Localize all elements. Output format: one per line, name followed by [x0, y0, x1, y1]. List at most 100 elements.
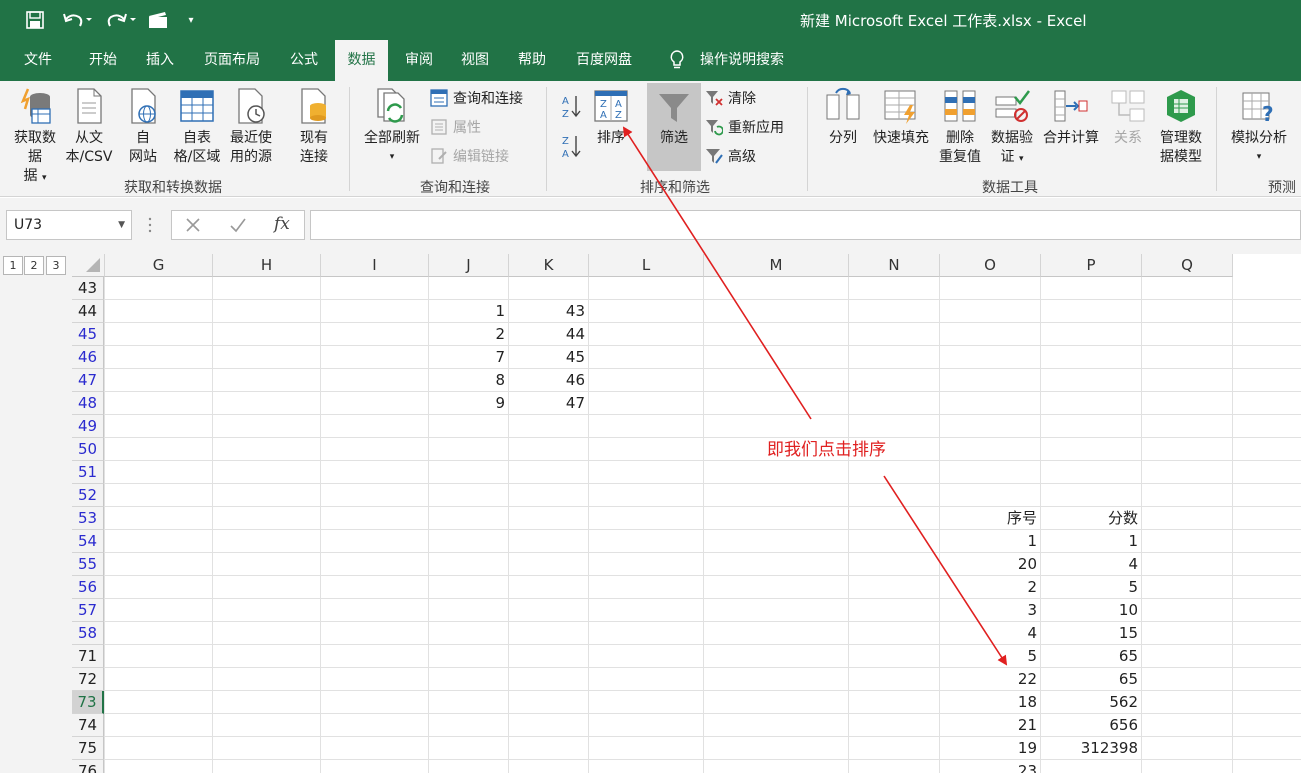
cell[interactable]: 45 [509, 346, 589, 369]
cell[interactable]: 65 [1041, 668, 1142, 691]
tab-view[interactable]: 视图 [449, 40, 501, 81]
cell[interactable]: 4 [940, 622, 1041, 645]
get-data-button[interactable]: 获取数据 据 ▾ [8, 87, 62, 188]
remove-duplicates-button[interactable]: 删除 重复值 [935, 87, 985, 167]
cell[interactable]: 20 [940, 553, 1041, 576]
column-header-p[interactable]: P [1041, 254, 1142, 277]
tell-me-search[interactable]: 操作说明搜索 [694, 40, 790, 81]
row-header-46[interactable]: 46 [72, 346, 104, 369]
from-web-button[interactable]: 自 网站 [120, 87, 166, 167]
column-header-q[interactable]: Q [1142, 254, 1233, 277]
cell[interactable]: 312398 [1041, 737, 1142, 760]
edit-links-button[interactable]: 编辑链接 [430, 145, 509, 167]
row-header-72[interactable]: 72 [72, 668, 104, 691]
properties-button[interactable]: 属性 [430, 116, 481, 138]
save-icon[interactable] [22, 8, 48, 32]
undo-icon[interactable] [58, 8, 96, 32]
formula-input[interactable] [310, 210, 1301, 240]
drag-handle-icon[interactable] [148, 215, 152, 235]
data-validation-button[interactable]: 数据验 证 ▾ [986, 87, 1038, 169]
cancel-icon[interactable] [184, 216, 202, 238]
row-header-57[interactable]: 57 [72, 599, 104, 622]
row-header-56[interactable]: 56 [72, 576, 104, 599]
cell[interactable]: 5 [1041, 576, 1142, 599]
column-header-i[interactable]: I [321, 254, 429, 277]
row-header-53[interactable]: 53 [72, 507, 104, 530]
tab-data[interactable]: 数据 [335, 40, 388, 81]
from-table-range-button[interactable]: 自表 格/区域 [168, 87, 226, 167]
cell[interactable]: 3 [940, 599, 1041, 622]
row-header-44[interactable]: 44 [72, 300, 104, 323]
cell[interactable]: 15 [1041, 622, 1142, 645]
row-header-54[interactable]: 54 [72, 530, 104, 553]
tab-insert[interactable]: 插入 [134, 40, 186, 81]
row-header-71[interactable]: 71 [72, 645, 104, 668]
queries-connections-button[interactable]: 查询和连接 [430, 87, 523, 109]
cell[interactable]: 2 [429, 323, 509, 346]
confirm-check-icon[interactable] [229, 216, 247, 238]
select-all-corner[interactable] [72, 254, 105, 277]
tab-baidu-netdisk[interactable]: 百度网盘 [563, 40, 645, 81]
cell[interactable]: 10 [1041, 599, 1142, 622]
cell[interactable]: 562 [1041, 691, 1142, 714]
refresh-all-button[interactable]: 全部刷新 ▾ [358, 87, 426, 167]
column-header-j[interactable]: J [429, 254, 509, 277]
column-header-o[interactable]: O [940, 254, 1041, 277]
reapply-button[interactable]: 重新应用 [705, 116, 784, 138]
row-header-76[interactable]: 76 [72, 760, 104, 773]
row-header-50[interactable]: 50 [72, 438, 104, 461]
row-header-51[interactable]: 51 [72, 461, 104, 484]
text-to-columns-button[interactable]: 分列 [820, 87, 866, 148]
filter-button[interactable]: 筛选 [647, 83, 701, 171]
row-header-58[interactable]: 58 [72, 622, 104, 645]
cell[interactable]: 2 [940, 576, 1041, 599]
tab-review[interactable]: 审阅 [393, 40, 445, 81]
tab-formulas[interactable]: 公式 [278, 40, 330, 81]
cell[interactable]: 8 [429, 369, 509, 392]
column-header-g[interactable]: G [105, 254, 213, 277]
tab-help[interactable]: 帮助 [506, 40, 558, 81]
clapperboard-icon[interactable] [146, 8, 170, 32]
row-header-43[interactable]: 43 [72, 277, 104, 300]
row-header-55[interactable]: 55 [72, 553, 104, 576]
outline-level-1[interactable]: 1 [3, 256, 23, 275]
row-header-48[interactable]: 48 [72, 392, 104, 415]
column-header-h[interactable]: H [213, 254, 321, 277]
lightbulb-icon[interactable] [662, 40, 692, 81]
cell[interactable]: 19 [940, 737, 1041, 760]
cell[interactable]: 656 [1041, 714, 1142, 737]
cell[interactable]: 7 [429, 346, 509, 369]
consolidate-button[interactable]: 合并计算 [1040, 87, 1102, 148]
insert-function-icon[interactable]: fx [274, 214, 290, 234]
sort-ascending-button[interactable]: AZ [558, 93, 586, 123]
sort-descending-button[interactable]: ZA [558, 133, 586, 163]
cell[interactable]: 43 [509, 300, 589, 323]
existing-connections-button[interactable]: 现有 连接 [292, 87, 336, 167]
what-if-analysis-button[interactable]: ? 模拟分析 ▾ [1224, 87, 1294, 167]
cell[interactable]: 46 [509, 369, 589, 392]
cell[interactable]: 23 [940, 760, 1041, 773]
cell[interactable]: 47 [509, 392, 589, 415]
cell[interactable]: 21 [940, 714, 1041, 737]
cell[interactable]: 分数 [1041, 507, 1142, 530]
cell[interactable]: 22 [940, 668, 1041, 691]
clear-filter-button[interactable]: 清除 [705, 87, 756, 109]
tab-home[interactable]: 开始 [76, 40, 130, 81]
customize-toolbar-icon[interactable]: ▾ [182, 8, 200, 32]
row-header-73[interactable]: 73 [72, 691, 104, 714]
tab-page-layout[interactable]: 页面布局 [192, 40, 272, 81]
cell[interactable]: 1 [940, 530, 1041, 553]
chevron-down-icon[interactable]: ▼ [118, 211, 125, 239]
column-header-l[interactable]: L [589, 254, 704, 277]
row-header-45[interactable]: 45 [72, 323, 104, 346]
advanced-filter-button[interactable]: 高级 [705, 145, 756, 167]
column-header-k[interactable]: K [509, 254, 589, 277]
manage-data-model-button[interactable]: 管理数 据模型 [1154, 87, 1208, 167]
column-header-n[interactable]: N [849, 254, 940, 277]
cell[interactable]: 18 [940, 691, 1041, 714]
cell[interactable]: 44 [509, 323, 589, 346]
row-header-52[interactable]: 52 [72, 484, 104, 507]
cell[interactable]: 5 [940, 645, 1041, 668]
tab-file[interactable]: 文件 [12, 40, 64, 81]
redo-icon[interactable] [102, 8, 140, 32]
